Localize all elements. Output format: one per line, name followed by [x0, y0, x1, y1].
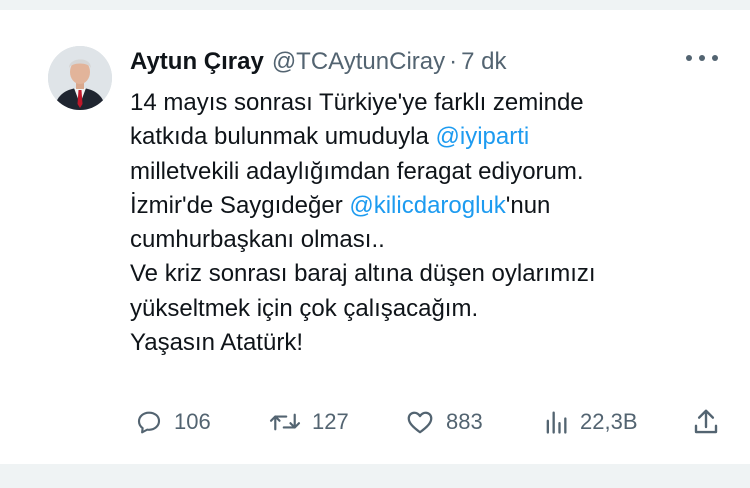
views-icon — [542, 407, 570, 437]
retweet-icon — [268, 407, 302, 437]
tweet-text-segment: İzmir'de Saygıdeğer — [130, 191, 350, 219]
retweet-button[interactable]: 127 — [268, 402, 349, 442]
tweet-text-segment: 'nun — [505, 191, 551, 219]
more-dot — [699, 55, 705, 61]
reply-button[interactable]: 106 — [134, 402, 211, 442]
views-button[interactable]: 22,3B — [542, 402, 638, 442]
more-dot — [686, 55, 692, 61]
like-button[interactable]: 883 — [404, 402, 483, 442]
heart-icon — [404, 407, 436, 437]
author-name[interactable]: Aytun Çıray — [130, 47, 264, 77]
tweet-text-segment: yükseltmek için çok çalışacağım. — [130, 294, 479, 322]
tweet-line: Yaşasın Atatürk! — [130, 326, 730, 360]
tweet-text-segment: 14 mayıs sonrası Türkiye'ye farklı zemin… — [130, 89, 584, 116]
bottom-divider — [0, 464, 750, 488]
share-icon — [690, 407, 722, 437]
author-handle[interactable]: @TCAytunCiray — [272, 47, 445, 77]
share-button[interactable] — [690, 402, 722, 442]
top-divider — [0, 0, 750, 10]
action-bar: 106 127 883 22,3B — [0, 402, 750, 442]
more-dot — [712, 55, 718, 61]
like-count: 883 — [446, 409, 483, 434]
tweet-line: İzmir'de Saygıdeğer @kilicdarogluk'nun — [130, 189, 730, 223]
tweet-line: milletvekili adaylığımdan feragat ediyor… — [130, 155, 730, 189]
tweet-line: yükseltmek için çok çalışacağım. — [130, 292, 730, 326]
tweet-line: katkıda bulunmak umuduyla @iyiparti — [130, 120, 730, 154]
mention-link[interactable]: @kilicdarogluk — [349, 192, 505, 219]
views-count: 22,3B — [580, 409, 638, 434]
tweet-text-segment: cumhurbaşkanı olması.. — [130, 226, 385, 254]
mention-link[interactable]: @iyiparti — [436, 123, 530, 150]
tweet-header: Aytun Çıray @TCAytunCiray · 7 dk — [130, 47, 506, 77]
avatar[interactable] — [48, 46, 112, 110]
tweet-text-segment: milletvekili adaylığımdan feragat ediyor… — [130, 157, 584, 185]
more-options-icon[interactable] — [684, 46, 720, 70]
timestamp[interactable]: 7 dk — [461, 47, 506, 77]
tweet-line: 14 mayıs sonrası Türkiye'ye farklı zemin… — [130, 86, 730, 120]
tweet-text-segment: Yaşasın Atatürk! — [130, 329, 303, 357]
tweet-line: cumhurbaşkanı olması.. — [130, 223, 730, 257]
tweet-text: 14 mayıs sonrası Türkiye'ye farklı zemin… — [130, 86, 730, 360]
tweet-line: Ve kriz sonrası baraj altına düşen oylar… — [130, 257, 730, 291]
retweet-count: 127 — [312, 409, 349, 434]
tweet-text-segment: Ve kriz sonrası baraj altına düşen oylar… — [130, 260, 596, 288]
tweet-text-segment: katkıda bulunmak umuduyla — [130, 123, 436, 151]
header-separator: · — [449, 48, 458, 75]
reply-count: 106 — [174, 409, 211, 434]
reply-icon — [134, 407, 164, 437]
